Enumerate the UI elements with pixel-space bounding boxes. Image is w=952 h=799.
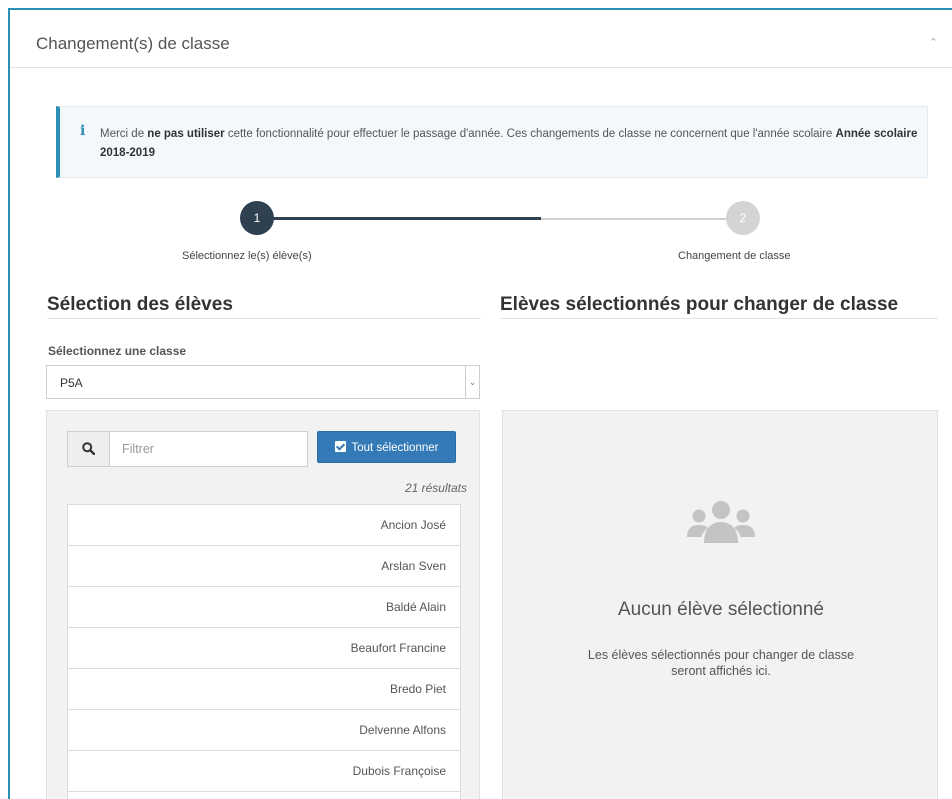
divider <box>47 318 481 319</box>
student-list-panel: Tout sélectionner 21 résultats Ancion Jo… <box>46 410 480 799</box>
student-item[interactable] <box>67 791 461 799</box>
student-item[interactable]: Dubois Françoise <box>67 750 461 792</box>
step-2-circle: 2 <box>726 201 760 235</box>
panel-title: Changement(s) de classe <box>36 34 230 53</box>
empty-state-text: Les élèves sélectionnés pour changer de … <box>587 648 855 678</box>
stepper-remaining-line <box>541 218 741 220</box>
student-item[interactable]: Bredo Piet <box>67 668 461 710</box>
student-item[interactable]: Delvenne Alfons <box>67 709 461 751</box>
student-list: Ancion José Arslan Sven Baldé Alain Beau… <box>67 504 461 799</box>
search-icon <box>68 432 110 466</box>
results-count: 21 résultats <box>404 481 467 495</box>
chevron-down-icon[interactable]: ⌄ <box>465 366 479 398</box>
class-select-value: P5A <box>60 376 83 390</box>
divider <box>500 318 938 319</box>
users-icon <box>687 501 755 543</box>
student-item[interactable]: Ancion José <box>67 504 461 546</box>
step-2-label: Changement de classe <box>678 250 791 262</box>
stepper: 1 2 Sélectionnez le(s) élève(s) Changeme… <box>10 200 952 270</box>
select-all-button[interactable]: Tout sélectionner <box>317 431 456 463</box>
class-change-panel: Changement(s) de classe ⌃ i Merci de ne … <box>8 8 952 799</box>
student-item[interactable]: Beaufort Francine <box>67 627 461 669</box>
student-item[interactable]: Arslan Sven <box>67 545 461 587</box>
step-1-circle: 1 <box>240 201 274 235</box>
checkbox-icon <box>334 440 346 452</box>
step-1-label: Sélectionnez le(s) élève(s) <box>182 250 312 262</box>
chevron-up-icon[interactable]: ⌃ <box>929 36 938 49</box>
selected-students-panel: Aucun élève sélectionné Les élèves sélec… <box>502 410 938 799</box>
selected-title: Elèves sélectionnés pour changer de clas… <box>500 294 899 315</box>
stepper-progress-line <box>256 217 541 220</box>
empty-state-title: Aucun élève sélectionné <box>618 599 824 620</box>
student-item[interactable]: Baldé Alain <box>67 586 461 628</box>
selection-title: Sélection des élèves <box>47 294 233 315</box>
class-select[interactable]: P5A ⌄ <box>46 365 480 399</box>
class-select-label: Sélectionnez une classe <box>48 344 187 358</box>
panel-header[interactable]: Changement(s) de classe ⌃ <box>10 10 952 68</box>
info-alert: i Merci de ne pas utiliser cette fonctio… <box>56 106 928 178</box>
filter-input[interactable] <box>110 432 307 466</box>
alert-text: Merci de ne pas utiliser cette fonctionn… <box>100 128 918 159</box>
info-icon: i <box>80 123 86 139</box>
filter-group <box>67 431 308 467</box>
